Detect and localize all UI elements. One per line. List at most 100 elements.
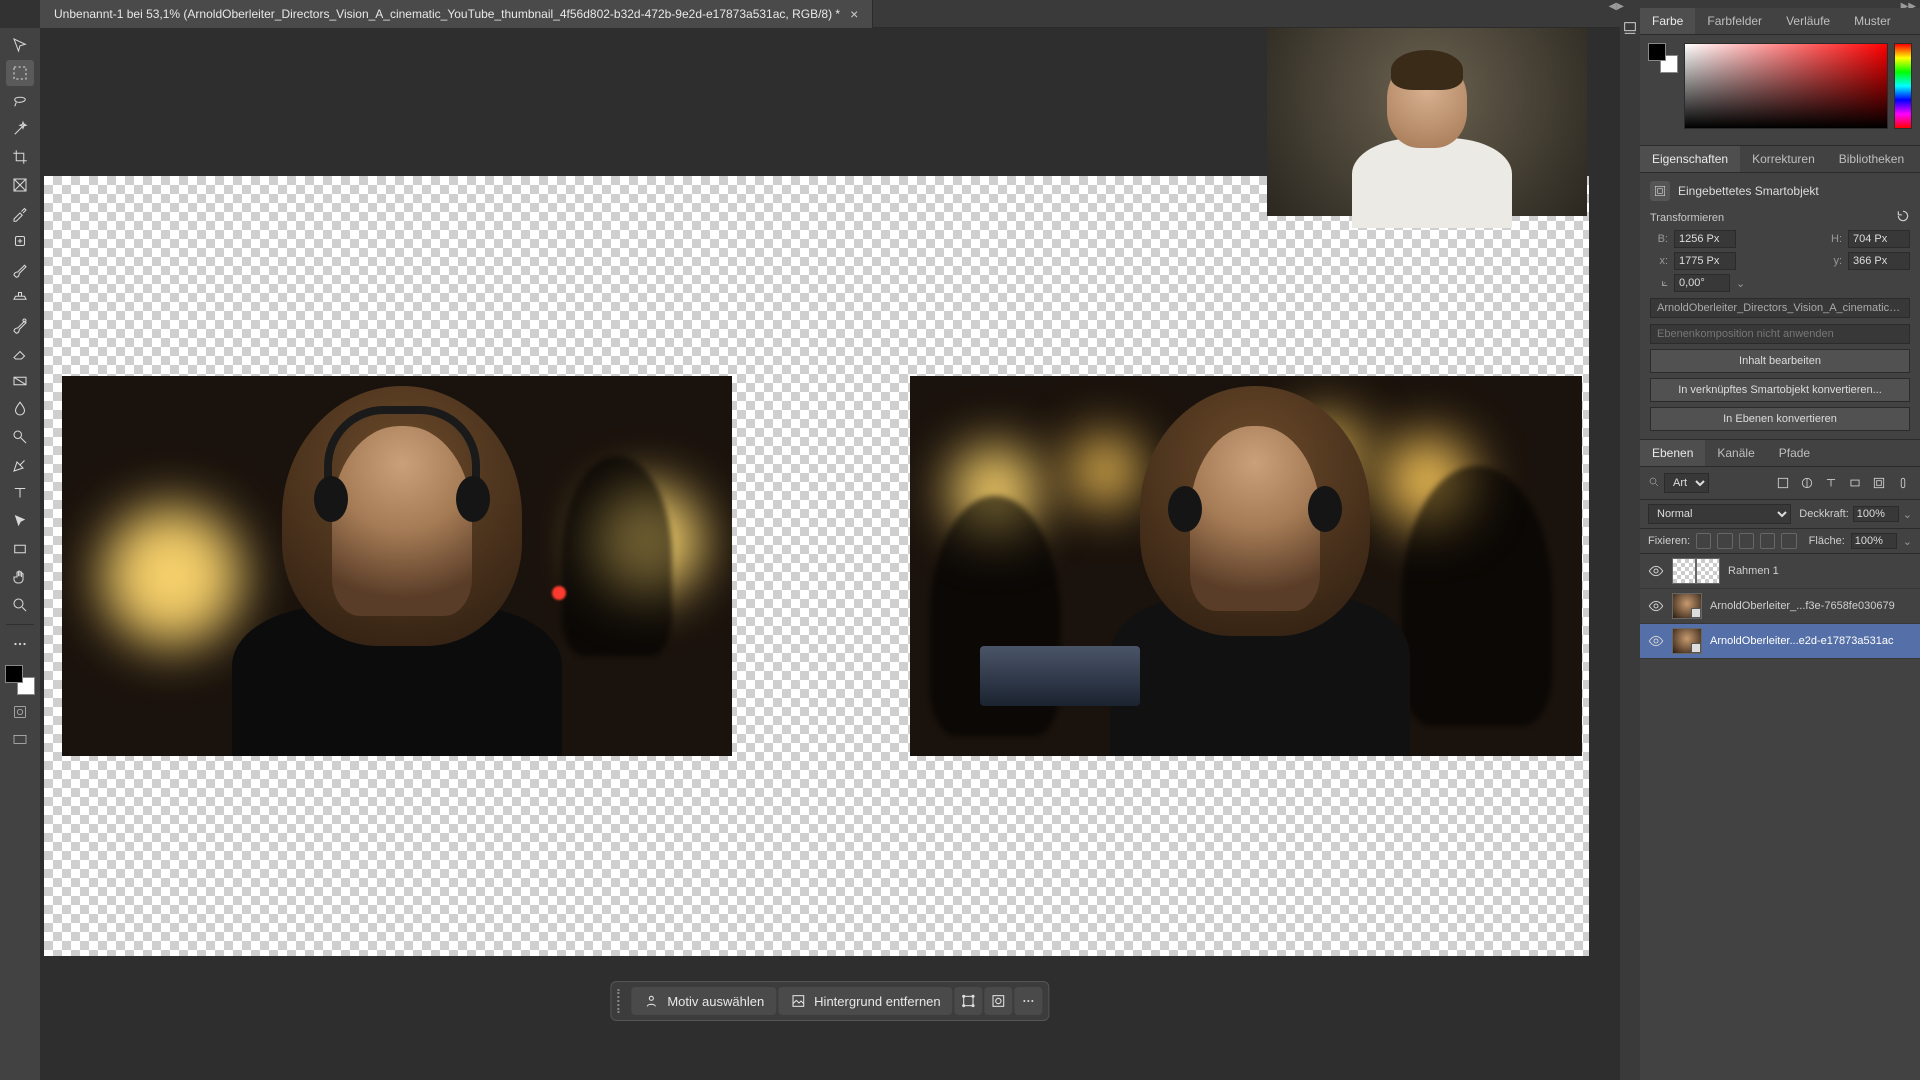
- rectangle-tool[interactable]: [6, 536, 34, 562]
- reset-transform-icon[interactable]: [1896, 209, 1910, 226]
- visibility-icon[interactable]: [1648, 598, 1664, 614]
- clone-stamp-tool[interactable]: [6, 284, 34, 310]
- right-panel-column: Farbe Farbfelder Verläufe Muster Eigensc…: [1640, 8, 1920, 1080]
- layer-name[interactable]: ArnoldOberleiter...e2d-e17873a531ac: [1710, 635, 1912, 647]
- lock-nesting-icon[interactable]: [1760, 533, 1775, 549]
- tab-swatches[interactable]: Farbfelder: [1695, 8, 1774, 34]
- document-tab-title: Unbenannt-1 bei 53,1% (ArnoldOberleiter_…: [54, 7, 840, 21]
- color-panel-swatch[interactable]: [1648, 43, 1678, 73]
- tab-adjustments[interactable]: Korrekturen: [1740, 146, 1827, 172]
- placed-image-right[interactable]: [910, 376, 1582, 756]
- magic-wand-tool[interactable]: [6, 116, 34, 142]
- foreground-color-swatch[interactable]: [5, 665, 23, 683]
- marquee-tool[interactable]: [6, 60, 34, 86]
- lock-pixels-icon[interactable]: [1717, 533, 1732, 549]
- layers-blend-row: Normal Deckkraft: ⌄: [1640, 500, 1920, 529]
- healing-brush-tool[interactable]: [6, 228, 34, 254]
- zoom-tool[interactable]: [6, 592, 34, 618]
- eyedropper-tool[interactable]: [6, 200, 34, 226]
- close-tab-icon[interactable]: ×: [850, 6, 858, 22]
- layers-lock-row: Fixieren: Fläche: ⌄: [1640, 529, 1920, 554]
- layer-name[interactable]: Rahmen 1: [1728, 565, 1912, 577]
- quickmask-toggle[interactable]: [12, 701, 28, 723]
- hand-tool[interactable]: [6, 564, 34, 590]
- filter-shape-icon[interactable]: [1846, 474, 1864, 492]
- tab-patterns[interactable]: Muster: [1842, 8, 1903, 34]
- contextual-taskbar[interactable]: Motiv auswählen Hintergrund entfernen: [610, 981, 1049, 1021]
- collapsed-panel-icon[interactable]: [1622, 20, 1638, 39]
- layer-filter-kind[interactable]: Art: [1664, 473, 1709, 493]
- convert-linked-button[interactable]: In verknüpftes Smartobjekt konvertieren.…: [1650, 378, 1910, 402]
- color-hue-slider[interactable]: [1894, 43, 1912, 129]
- layer-thumbnail[interactable]: [1672, 558, 1696, 584]
- move-tool[interactable]: [6, 32, 34, 58]
- eraser-tool[interactable]: [6, 340, 34, 366]
- tab-gradients[interactable]: Verläufe: [1774, 8, 1842, 34]
- tab-properties[interactable]: Eigenschaften: [1640, 146, 1740, 172]
- layer-thumbnail[interactable]: [1672, 628, 1702, 654]
- height-input[interactable]: [1848, 230, 1910, 248]
- document-tab[interactable]: Unbenannt-1 bei 53,1% (ArnoldOberleiter_…: [40, 0, 873, 28]
- tab-layers[interactable]: Ebenen: [1640, 440, 1705, 466]
- mask-icon[interactable]: [985, 987, 1013, 1015]
- lasso-tool[interactable]: [6, 88, 34, 114]
- screenmode-toggle[interactable]: [12, 729, 28, 751]
- y-input[interactable]: [1848, 252, 1910, 270]
- fill-dropdown-icon[interactable]: ⌄: [1903, 535, 1912, 548]
- layer-row[interactable]: ArnoldOberleiter...e2d-e17873a531ac: [1640, 624, 1920, 659]
- type-tool[interactable]: [6, 480, 34, 506]
- canvas-area[interactable]: Motiv auswählen Hintergrund entfernen: [40, 28, 1620, 1080]
- history-brush-tool[interactable]: [6, 312, 34, 338]
- remove-background-button[interactable]: Hintergrund entfernen: [778, 987, 952, 1015]
- fill-input[interactable]: [1851, 533, 1897, 549]
- gradient-tool[interactable]: [6, 368, 34, 394]
- toolbar-separator: [6, 624, 34, 625]
- lock-transparent-icon[interactable]: [1696, 533, 1711, 549]
- tab-color[interactable]: Farbe: [1640, 8, 1695, 34]
- opacity-dropdown-icon[interactable]: ⌄: [1903, 508, 1912, 521]
- convert-layers-button[interactable]: In Ebenen konvertieren: [1650, 407, 1910, 431]
- layer-row[interactable]: ArnoldOberleiter_...f3e-7658fe030679: [1640, 589, 1920, 624]
- angle-icon: ⟀: [1650, 277, 1668, 290]
- path-select-tool[interactable]: [6, 508, 34, 534]
- pen-tool[interactable]: [6, 452, 34, 478]
- edit-contents-button[interactable]: Inhalt bearbeiten: [1650, 349, 1910, 373]
- visibility-icon[interactable]: [1648, 563, 1664, 579]
- tab-paths[interactable]: Pfade: [1767, 440, 1822, 466]
- blend-mode-select[interactable]: Normal: [1648, 504, 1791, 524]
- layer-row[interactable]: Rahmen 1: [1640, 554, 1920, 589]
- filter-pixel-icon[interactable]: [1774, 474, 1792, 492]
- lock-all-icon[interactable]: [1781, 533, 1796, 549]
- edit-toolbar-button[interactable]: [6, 631, 34, 657]
- width-input[interactable]: [1674, 230, 1736, 248]
- layer-name[interactable]: ArnoldOberleiter_...f3e-7658fe030679: [1710, 600, 1912, 612]
- foreground-background-swatch[interactable]: [5, 665, 35, 695]
- visibility-icon[interactable]: [1648, 633, 1664, 649]
- layer-thumbnail[interactable]: [1672, 593, 1702, 619]
- crop-tool[interactable]: [6, 144, 34, 170]
- select-subject-button[interactable]: Motiv auswählen: [631, 987, 776, 1015]
- tab-channels[interactable]: Kanäle: [1705, 440, 1766, 466]
- x-input[interactable]: [1674, 252, 1736, 270]
- more-icon[interactable]: [1015, 987, 1043, 1015]
- dodge-tool[interactable]: [6, 424, 34, 450]
- transform-icon[interactable]: [955, 987, 983, 1015]
- angle-input[interactable]: [1674, 274, 1730, 292]
- blur-tool[interactable]: [6, 396, 34, 422]
- layer-mask-thumbnail[interactable]: [1696, 558, 1720, 584]
- tab-libraries[interactable]: Bibliotheken: [1827, 146, 1916, 172]
- filter-smart-icon[interactable]: [1870, 474, 1888, 492]
- color-saturation-field[interactable]: [1684, 43, 1888, 129]
- layer-comp-note: Ebenenkomposition nicht anwenden: [1650, 324, 1910, 344]
- filter-toggle-icon[interactable]: [1894, 474, 1912, 492]
- angle-dropdown-icon[interactable]: ⌄: [1736, 277, 1745, 290]
- brush-tool[interactable]: [6, 256, 34, 282]
- filter-adjust-icon[interactable]: [1798, 474, 1816, 492]
- opacity-input[interactable]: [1853, 506, 1899, 522]
- lock-position-icon[interactable]: [1739, 533, 1754, 549]
- filter-type-icon[interactable]: [1822, 474, 1840, 492]
- document-canvas[interactable]: [44, 176, 1589, 956]
- taskbar-grip[interactable]: [617, 989, 623, 1013]
- frame-tool[interactable]: [6, 172, 34, 198]
- placed-image-left[interactable]: [62, 376, 732, 756]
